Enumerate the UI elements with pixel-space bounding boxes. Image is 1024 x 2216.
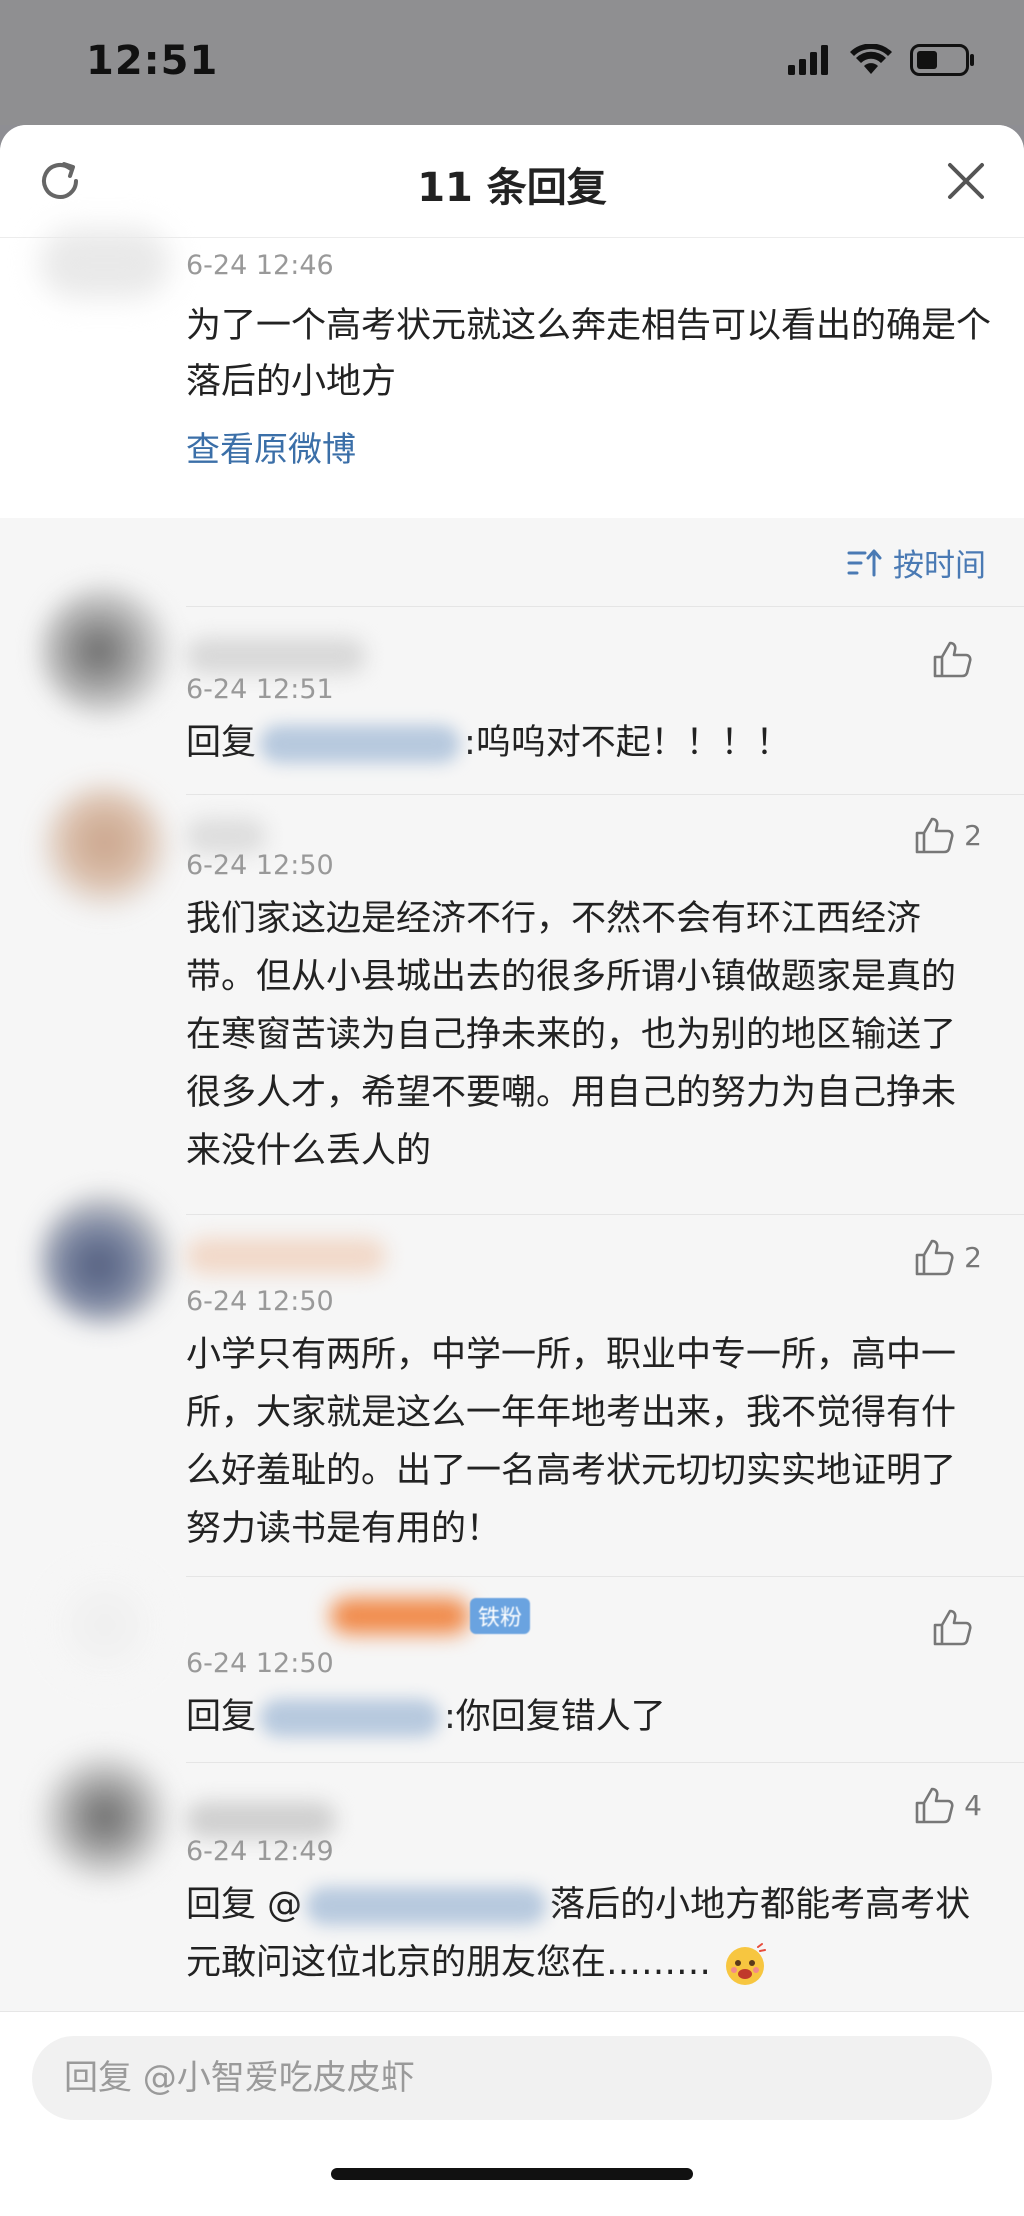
view-original-weibo-link[interactable]: 查看原微博: [186, 422, 356, 471]
reply-input[interactable]: [32, 2036, 992, 2120]
sort-icon: [847, 549, 882, 576]
fan-badge: 铁粉: [470, 1598, 531, 1634]
avatar[interactable]: [40, 784, 170, 914]
reply-prefix: 回复 @: [186, 1885, 303, 1925]
close-icon[interactable]: [942, 157, 990, 205]
reply-item: 6-24 12:50 我们家这边是经济不行，不然不会有环江西经济带。但从小县城出…: [0, 784, 1024, 1214]
reply-text: 我们家这边是经济不行，不然不会有环江西经济带。但从小县城出去的很多所谓小镇做题家…: [186, 899, 957, 1171]
like-button[interactable]: 4: [914, 1786, 982, 1824]
reply-item: 铁粉 6-24 12:50 回复 :你回复错人了: [0, 1560, 1024, 1762]
reply-composer: [0, 2011, 1024, 2216]
avatar[interactable]: [40, 586, 170, 716]
like-count: 4: [964, 1788, 982, 1822]
like-button[interactable]: [932, 1608, 982, 1646]
divider: [186, 606, 1024, 607]
reply-time: 6-24 12:49: [186, 1836, 334, 1867]
avatar[interactable]: [40, 1560, 170, 1690]
mention-blurred[interactable]: [306, 1887, 547, 1925]
comment-time: 6-24 12:46: [186, 250, 334, 281]
comment-text: 为了一个高考状元就这么奔走相告可以看出的确是个落后的小地方: [186, 306, 992, 402]
like-button[interactable]: 2: [914, 1238, 982, 1276]
mention-blurred[interactable]: [260, 1699, 441, 1737]
username-blurred[interactable]: [330, 1598, 470, 1634]
status-bar: 12:51: [0, 0, 1024, 125]
reply-time: 6-24 12:50: [186, 1286, 334, 1317]
reply-suffix: :你回复错人了: [444, 1697, 666, 1737]
like-count: 2: [964, 818, 982, 852]
status-time: 12:51: [86, 38, 219, 84]
battery-icon: [910, 44, 974, 76]
avatar[interactable]: [40, 1194, 170, 1324]
reply-item: 6-24 12:51 回复 :呜呜对不起！！！！: [0, 586, 1024, 794]
thumbs-up-icon: [933, 641, 972, 678]
reply-list: 按时间 6-24 12:51 回复 :呜呜对不起！！！！ 6-24 12:50: [0, 518, 1024, 1996]
divider: [186, 1214, 1024, 1215]
thumbs-up-icon: [933, 1609, 972, 1646]
reply-item: 6-24 12:49 回复 @ 落后的小地方都能考高考状元敢问这位北京的朋友您在……: [0, 1752, 1024, 1996]
like-button[interactable]: 2: [914, 816, 982, 854]
home-indicator: [331, 2168, 693, 2180]
username-blurred[interactable]: [186, 1238, 386, 1274]
sort-label: 按时间: [893, 548, 986, 584]
mention-blurred[interactable]: [260, 725, 461, 763]
sheet-header: 11 条回复: [0, 125, 1024, 238]
reply-text: 回复 @ 落后的小地方都能考高考状元敢问这位北京的朋友您在………: [186, 1876, 986, 1992]
divider: [186, 794, 1024, 795]
like-count: 2: [964, 1240, 982, 1274]
reply-item: 6-24 12:50 小学只有两所，中学一所，职业中专一所，高中一所，大家就是这…: [0, 1194, 1024, 1576]
reply-text: 小学只有两所，中学一所，职业中专一所，高中一所，大家就是这么一年年地考出来，我不…: [186, 1335, 957, 1549]
replies-sheet: 11 条回复 6-24 12:46 为了一个高考状元就这么奔走相告可以看出的确是…: [0, 125, 1024, 2216]
reply-text: 回复 :你回复错人了: [186, 1688, 986, 1746]
reply-time: 6-24 12:50: [186, 1648, 334, 1679]
reply-time: 6-24 12:51: [186, 674, 334, 705]
like-button[interactable]: [932, 640, 982, 678]
original-comment: 6-24 12:46 为了一个高考状元就这么奔走相告可以看出的确是个落后的小地方…: [0, 228, 1024, 518]
signal-icon: [788, 45, 828, 75]
reply-suffix: :呜呜对不起！！！！: [464, 723, 791, 763]
avatar: [40, 228, 170, 298]
avatar[interactable]: [40, 1752, 170, 1882]
hehe-emoji-icon: [726, 1943, 767, 1985]
reply-prefix: 回复: [186, 1697, 257, 1737]
reply-suffix: 落后的小地方都能考高考状元敢问这位北京的朋友您在………: [186, 1885, 971, 1983]
username-blurred[interactable]: [186, 638, 366, 674]
thumbs-up-icon: [915, 817, 954, 854]
thumbs-up-icon: [915, 1239, 954, 1276]
reply-prefix: 回复: [186, 723, 257, 763]
sort-by-time-button[interactable]: 按时间: [847, 540, 986, 585]
divider: [186, 1576, 1024, 1577]
wifi-icon: [850, 44, 892, 74]
username-blurred[interactable]: [186, 818, 266, 854]
username-blurred[interactable]: [186, 1802, 336, 1838]
thumbs-up-icon: [915, 1787, 954, 1824]
status-icons: [788, 44, 976, 76]
sheet-title: 11 条回复: [417, 165, 607, 211]
reply-time: 6-24 12:50: [186, 850, 334, 881]
reply-text: 回复 :呜呜对不起！！！！: [186, 714, 986, 772]
divider: [186, 1762, 1024, 1763]
